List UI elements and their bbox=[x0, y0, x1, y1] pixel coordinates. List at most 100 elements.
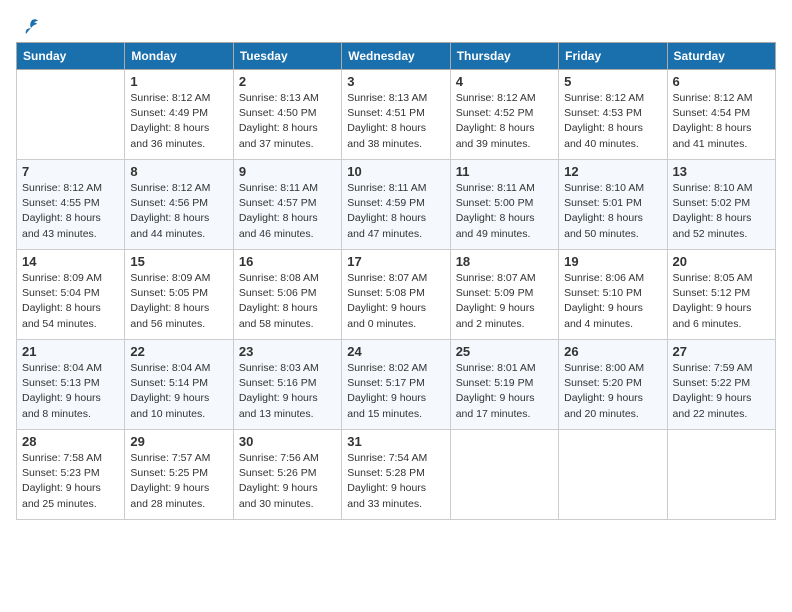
calendar-cell: 16 Sunrise: 8:08 AMSunset: 5:06 PMDayligh… bbox=[233, 250, 341, 340]
page-header bbox=[16, 16, 776, 34]
day-number: 6 bbox=[673, 74, 770, 89]
day-info: Sunrise: 8:11 AMSunset: 5:00 PMDaylight:… bbox=[456, 181, 553, 242]
calendar-cell: 11 Sunrise: 8:11 AMSunset: 5:00 PMDayligh… bbox=[450, 160, 558, 250]
day-number: 24 bbox=[347, 344, 444, 359]
day-info: Sunrise: 8:05 AMSunset: 5:12 PMDaylight:… bbox=[673, 271, 770, 332]
calendar-cell: 29 Sunrise: 7:57 AMSunset: 5:25 PMDayligh… bbox=[125, 430, 233, 520]
day-info: Sunrise: 8:08 AMSunset: 5:06 PMDaylight:… bbox=[239, 271, 336, 332]
day-info: Sunrise: 8:09 AMSunset: 5:04 PMDaylight:… bbox=[22, 271, 119, 332]
day-info: Sunrise: 8:12 AMSunset: 4:54 PMDaylight:… bbox=[673, 91, 770, 152]
week-row-2: 7Sunrise: 8:12 AMSunset: 4:55 PMDaylight… bbox=[17, 160, 776, 250]
calendar-cell: 31 Sunrise: 7:54 AMSunset: 5:28 PMDayligh… bbox=[342, 430, 450, 520]
day-number: 12 bbox=[564, 164, 661, 179]
calendar-cell: 10 Sunrise: 8:11 AMSunset: 4:59 PMDayligh… bbox=[342, 160, 450, 250]
day-info: Sunrise: 8:07 AMSunset: 5:08 PMDaylight:… bbox=[347, 271, 444, 332]
calendar-cell: 9Sunrise: 8:11 AMSunset: 4:57 PMDaylight… bbox=[233, 160, 341, 250]
day-info: Sunrise: 8:04 AMSunset: 5:14 PMDaylight:… bbox=[130, 361, 227, 422]
calendar-cell bbox=[667, 430, 775, 520]
day-header-saturday: Saturday bbox=[667, 43, 775, 70]
day-info: Sunrise: 8:11 AMSunset: 4:59 PMDaylight:… bbox=[347, 181, 444, 242]
day-number: 23 bbox=[239, 344, 336, 359]
calendar-cell: 15 Sunrise: 8:09 AMSunset: 5:05 PMDayligh… bbox=[125, 250, 233, 340]
day-number: 25 bbox=[456, 344, 553, 359]
day-header-wednesday: Wednesday bbox=[342, 43, 450, 70]
day-info: Sunrise: 8:02 AMSunset: 5:17 PMDaylight:… bbox=[347, 361, 444, 422]
day-info: Sunrise: 8:12 AMSunset: 4:53 PMDaylight:… bbox=[564, 91, 661, 152]
calendar-cell: 25 Sunrise: 8:01 AMSunset: 5:19 PMDayligh… bbox=[450, 340, 558, 430]
calendar-table: SundayMondayTuesdayWednesdayThursdayFrid… bbox=[16, 42, 776, 520]
calendar-header-row: SundayMondayTuesdayWednesdayThursdayFrid… bbox=[17, 43, 776, 70]
calendar-cell: 6 Sunrise: 8:12 AMSunset: 4:54 PMDaylight… bbox=[667, 70, 775, 160]
day-number: 8 bbox=[130, 164, 227, 179]
day-number: 16 bbox=[239, 254, 336, 269]
day-number: 2 bbox=[239, 74, 336, 89]
day-number: 22 bbox=[130, 344, 227, 359]
day-info: Sunrise: 8:12 AMSunset: 4:52 PMDaylight:… bbox=[456, 91, 553, 152]
day-info: Sunrise: 8:11 AMSunset: 4:57 PMDaylight:… bbox=[239, 181, 336, 242]
day-number: 27 bbox=[673, 344, 770, 359]
week-row-5: 28Sunrise: 7:58 AMSunset: 5:23 PMDayligh… bbox=[17, 430, 776, 520]
calendar-cell: 2 Sunrise: 8:13 AMSunset: 4:50 PMDaylight… bbox=[233, 70, 341, 160]
calendar-cell: 3Sunrise: 8:13 AMSunset: 4:51 PMDaylight… bbox=[342, 70, 450, 160]
day-info: Sunrise: 8:06 AMSunset: 5:10 PMDaylight:… bbox=[564, 271, 661, 332]
day-header-friday: Friday bbox=[559, 43, 667, 70]
calendar-cell: 12 Sunrise: 8:10 AMSunset: 5:01 PMDayligh… bbox=[559, 160, 667, 250]
day-info: Sunrise: 8:12 AMSunset: 4:56 PMDaylight:… bbox=[130, 181, 227, 242]
day-number: 10 bbox=[347, 164, 444, 179]
day-info: Sunrise: 8:03 AMSunset: 5:16 PMDaylight:… bbox=[239, 361, 336, 422]
calendar-cell: 5Sunrise: 8:12 AMSunset: 4:53 PMDaylight… bbox=[559, 70, 667, 160]
day-info: Sunrise: 8:04 AMSunset: 5:13 PMDaylight:… bbox=[22, 361, 119, 422]
calendar-cell: 19 Sunrise: 8:06 AMSunset: 5:10 PMDayligh… bbox=[559, 250, 667, 340]
calendar-cell: 20 Sunrise: 8:05 AMSunset: 5:12 PMDayligh… bbox=[667, 250, 775, 340]
day-info: Sunrise: 8:00 AMSunset: 5:20 PMDaylight:… bbox=[564, 361, 661, 422]
day-number: 13 bbox=[673, 164, 770, 179]
day-header-tuesday: Tuesday bbox=[233, 43, 341, 70]
day-number: 11 bbox=[456, 164, 553, 179]
calendar-cell: 4 Sunrise: 8:12 AMSunset: 4:52 PMDaylight… bbox=[450, 70, 558, 160]
week-row-1: 1Sunrise: 8:12 AMSunset: 4:49 PMDaylight… bbox=[17, 70, 776, 160]
calendar-cell: 18 Sunrise: 8:07 AMSunset: 5:09 PMDayligh… bbox=[450, 250, 558, 340]
day-number: 17 bbox=[347, 254, 444, 269]
week-row-3: 14 Sunrise: 8:09 AMSunset: 5:04 PMDayligh… bbox=[17, 250, 776, 340]
day-number: 29 bbox=[130, 434, 227, 449]
calendar-cell: 7Sunrise: 8:12 AMSunset: 4:55 PMDaylight… bbox=[17, 160, 125, 250]
day-number: 31 bbox=[347, 434, 444, 449]
day-info: Sunrise: 8:13 AMSunset: 4:50 PMDaylight:… bbox=[239, 91, 336, 152]
day-info: Sunrise: 7:54 AMSunset: 5:28 PMDaylight:… bbox=[347, 451, 444, 512]
day-number: 28 bbox=[22, 434, 119, 449]
calendar-cell: 22 Sunrise: 8:04 AMSunset: 5:14 PMDayligh… bbox=[125, 340, 233, 430]
calendar-cell bbox=[17, 70, 125, 160]
day-info: Sunrise: 8:10 AMSunset: 5:02 PMDaylight:… bbox=[673, 181, 770, 242]
logo-bird-icon bbox=[18, 16, 40, 38]
day-number: 19 bbox=[564, 254, 661, 269]
calendar-cell: 28Sunrise: 7:58 AMSunset: 5:23 PMDayligh… bbox=[17, 430, 125, 520]
calendar-cell: 17 Sunrise: 8:07 AMSunset: 5:08 PMDayligh… bbox=[342, 250, 450, 340]
calendar-cell bbox=[450, 430, 558, 520]
calendar-body: 1Sunrise: 8:12 AMSunset: 4:49 PMDaylight… bbox=[17, 70, 776, 520]
day-info: Sunrise: 7:56 AMSunset: 5:26 PMDaylight:… bbox=[239, 451, 336, 512]
day-info: Sunrise: 7:57 AMSunset: 5:25 PMDaylight:… bbox=[130, 451, 227, 512]
day-info: Sunrise: 8:01 AMSunset: 5:19 PMDaylight:… bbox=[456, 361, 553, 422]
day-header-monday: Monday bbox=[125, 43, 233, 70]
week-row-4: 21Sunrise: 8:04 AMSunset: 5:13 PMDayligh… bbox=[17, 340, 776, 430]
day-header-thursday: Thursday bbox=[450, 43, 558, 70]
calendar-cell bbox=[559, 430, 667, 520]
day-info: Sunrise: 8:10 AMSunset: 5:01 PMDaylight:… bbox=[564, 181, 661, 242]
day-info: Sunrise: 8:07 AMSunset: 5:09 PMDaylight:… bbox=[456, 271, 553, 332]
day-number: 14 bbox=[22, 254, 119, 269]
calendar-cell: 27Sunrise: 7:59 AMSunset: 5:22 PMDayligh… bbox=[667, 340, 775, 430]
calendar-cell: 13 Sunrise: 8:10 AMSunset: 5:02 PMDayligh… bbox=[667, 160, 775, 250]
calendar-cell: 30Sunrise: 7:56 AMSunset: 5:26 PMDayligh… bbox=[233, 430, 341, 520]
day-number: 15 bbox=[130, 254, 227, 269]
calendar-cell: 14 Sunrise: 8:09 AMSunset: 5:04 PMDayligh… bbox=[17, 250, 125, 340]
day-number: 1 bbox=[130, 74, 227, 89]
day-number: 20 bbox=[673, 254, 770, 269]
day-info: Sunrise: 8:13 AMSunset: 4:51 PMDaylight:… bbox=[347, 91, 444, 152]
logo bbox=[16, 16, 40, 34]
day-info: Sunrise: 8:09 AMSunset: 5:05 PMDaylight:… bbox=[130, 271, 227, 332]
calendar-cell: 23 Sunrise: 8:03 AMSunset: 5:16 PMDayligh… bbox=[233, 340, 341, 430]
calendar-cell: 24 Sunrise: 8:02 AMSunset: 5:17 PMDayligh… bbox=[342, 340, 450, 430]
calendar-cell: 8 Sunrise: 8:12 AMSunset: 4:56 PMDaylight… bbox=[125, 160, 233, 250]
day-number: 4 bbox=[456, 74, 553, 89]
day-number: 18 bbox=[456, 254, 553, 269]
